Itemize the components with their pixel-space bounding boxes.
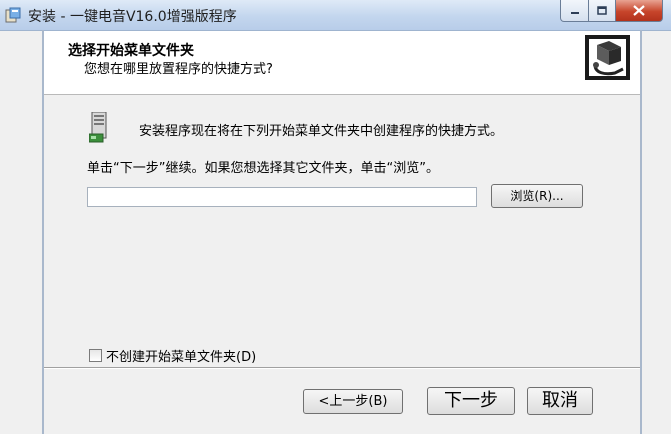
window-title: 安装 - 一键电音V16.0增强版程序 xyxy=(28,9,237,25)
browse-button[interactable]: 浏览(R)... xyxy=(491,184,583,208)
no-start-menu-folder-label[interactable]: 不创建开始菜单文件夹(D) xyxy=(106,346,256,365)
cancel-button[interactable]: 取消 xyxy=(527,387,593,415)
no-start-menu-folder-option[interactable]: 不创建开始菜单文件夹(D) xyxy=(89,346,256,365)
instruction-text: 单击“下一步”继续。如果您想选择其它文件夹，单击“浏览”。 xyxy=(87,161,439,176)
footer-divider xyxy=(44,367,640,369)
computer-install-icon xyxy=(585,35,630,80)
installer-app-icon xyxy=(5,7,21,23)
close-icon xyxy=(633,5,645,16)
next-button[interactable]: 下一步 xyxy=(427,387,515,415)
start-menu-folder-icon xyxy=(89,112,107,143)
back-button[interactable]: <上一步(B) xyxy=(303,389,403,414)
page-title: 选择开始菜单文件夹 xyxy=(68,43,194,59)
wizard-content: 安装程序现在将在下列开始菜单文件夹中创建程序的快捷方式。 单击“下一步”继续。如… xyxy=(44,95,640,367)
window-controls xyxy=(560,0,663,22)
minimize-icon xyxy=(570,11,579,14)
description-text: 安装程序现在将在下列开始菜单文件夹中创建程序的快捷方式。 xyxy=(139,124,504,139)
minimize-button[interactable] xyxy=(560,0,589,22)
maximize-button[interactable] xyxy=(589,0,616,22)
page-subtitle: 您想在哪里放置程序的快捷方式? xyxy=(84,62,273,77)
title-bar: 安装 - 一键电音V16.0增强版程序 xyxy=(0,0,671,31)
start-menu-folder-input[interactable] xyxy=(87,187,477,207)
window-frame-right xyxy=(640,30,642,434)
no-start-menu-folder-checkbox[interactable] xyxy=(89,349,102,362)
wizard-header: 选择开始菜单文件夹 您想在哪里放置程序的快捷方式? xyxy=(44,31,640,95)
maximize-icon xyxy=(597,5,607,15)
installer-window: 安装 - 一键电音V16.0增强版程序 选择开始菜单文件夹 您想在哪里放置程序的… xyxy=(0,0,671,434)
close-button[interactable] xyxy=(616,0,663,22)
